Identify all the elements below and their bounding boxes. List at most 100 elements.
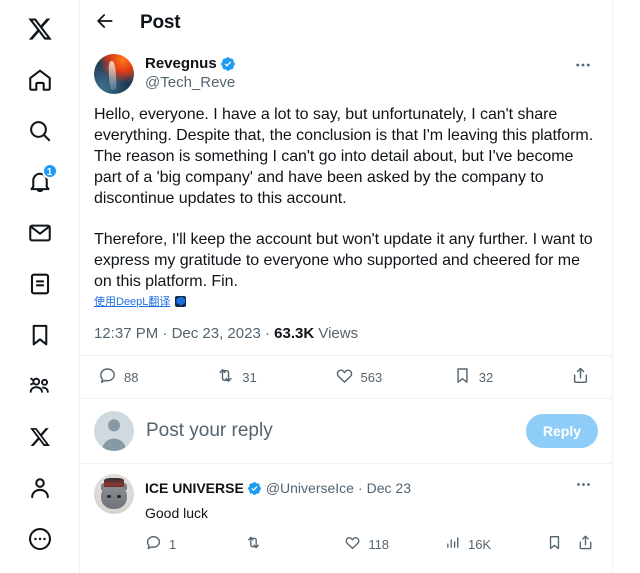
views-action[interactable]: 16K [444, 534, 544, 554]
bookmark-action[interactable]: 32 [453, 366, 571, 388]
sidebar-item-messages[interactable] [17, 210, 63, 256]
meta-sep-2: · [260, 325, 275, 342]
reply-meta-separator: · [357, 480, 363, 496]
author-handle[interactable]: @Tech_Reve [145, 73, 568, 93]
sidebar-item-grok[interactable] [17, 261, 63, 307]
reply-text: Good luck [145, 505, 209, 521]
premium-icon [29, 426, 51, 448]
page-title: Post [140, 12, 181, 33]
repost-action[interactable]: 31 [216, 366, 334, 388]
post-views-count: 63.3K [274, 325, 315, 342]
share-icon [571, 366, 590, 388]
post-author-row: Revegnus @Tech_Reve [94, 48, 598, 94]
analytics-icon [444, 534, 461, 554]
reply-action[interactable]: 1 [145, 534, 245, 554]
reply-action-bar: 1 118 16K [145, 525, 598, 563]
repost-count: 31 [242, 369, 257, 385]
like-action[interactable]: 563 [335, 366, 453, 388]
communities-icon [27, 373, 53, 399]
post-paragraph-1: Hello, everyone. I have a lot to say, bu… [94, 106, 594, 207]
arrow-left-icon [95, 11, 115, 36]
reply-author-row: ICE UNIVERSE @UniverseIce · Dec 23 [145, 474, 598, 502]
sidebar-item-home[interactable] [17, 57, 63, 103]
deepl-logo-icon [175, 295, 187, 307]
messages-icon [27, 220, 53, 246]
like-action[interactable]: 118 [344, 534, 444, 554]
reply-submit-button[interactable]: Reply [525, 414, 598, 448]
profile-icon [27, 475, 53, 501]
post-action-bar: 88 31 563 32 [80, 356, 612, 398]
reply-body: ICE UNIVERSE @UniverseIce · Dec 23 Good … [145, 474, 598, 563]
sidebar-item-explore[interactable] [17, 108, 63, 154]
reply-date[interactable]: Dec 23 [367, 478, 411, 498]
reply-composer: Reply [80, 399, 612, 463]
sidebar-item-notifications[interactable]: 1 [17, 159, 63, 205]
author-name-row: Revegnus [145, 54, 568, 73]
verified-badge-icon [220, 56, 236, 72]
translate-link[interactable]: 使用DeepL翻译 [94, 293, 187, 309]
heart-icon [344, 534, 361, 554]
post-time: 12:37 PM [94, 325, 159, 342]
topbar: Post [80, 0, 612, 46]
repost-action[interactable] [245, 534, 345, 554]
reply-icon [145, 534, 162, 554]
grok-icon [27, 271, 53, 297]
right-gutter [613, 0, 640, 573]
share-icon [577, 534, 594, 554]
share-action[interactable] [571, 366, 594, 388]
ellipsis-icon [575, 476, 592, 498]
sidebar-item-x-logo[interactable] [17, 6, 63, 52]
sidebar-item-communities[interactable] [17, 363, 63, 409]
current-user-avatar[interactable] [94, 411, 134, 451]
post-detail-column: Post Revegnus @Tech_Reve Hello, everyone… [80, 0, 613, 573]
bookmark-count: 32 [478, 369, 494, 385]
bookmark-action[interactable] [546, 534, 563, 554]
reply-post: ICE UNIVERSE @UniverseIce · Dec 23 Good … [80, 464, 612, 563]
cat-hat [103, 478, 125, 487]
x-logo-icon [27, 16, 53, 42]
post-views-label: Views [318, 325, 359, 342]
reply-count: 1 [169, 536, 177, 552]
sidebar-item-profile[interactable] [17, 465, 63, 511]
heart-icon [335, 366, 354, 388]
sidebar-item-more[interactable] [17, 516, 63, 562]
sidebar-item-bookmarks[interactable] [17, 312, 63, 358]
reply-action[interactable]: 88 [98, 366, 216, 388]
post-metadata: 12:37 PM · Dec 23, 2023 · 63.3K Views [94, 325, 598, 355]
back-button[interactable] [88, 6, 122, 40]
post-more-button[interactable] [568, 52, 598, 82]
main-post: Revegnus @Tech_Reve Hello, everyone. I h… [80, 46, 612, 355]
primary-sidebar: 1 [0, 0, 80, 573]
share-action[interactable] [577, 534, 594, 554]
author-display-name[interactable]: Revegnus [145, 54, 217, 73]
reply-input[interactable] [146, 420, 514, 442]
like-count: 563 [360, 369, 383, 385]
post-text: Hello, everyone. I have a lot to say, bu… [94, 104, 598, 292]
avatar[interactable] [94, 54, 134, 94]
reply-more-button[interactable] [568, 472, 598, 502]
author-names: Revegnus @Tech_Reve [145, 54, 568, 93]
repost-icon [245, 534, 262, 554]
sidebar-item-premium[interactable] [17, 414, 63, 460]
notifications-badge: 1 [41, 163, 58, 179]
like-count: 118 [368, 536, 390, 552]
bookmark-icon [453, 366, 472, 388]
views-count: 16K [467, 536, 492, 552]
repost-icon [216, 366, 235, 388]
bookmarks-icon [27, 322, 53, 348]
cat-head [101, 484, 127, 510]
x-post-page: 1 Post Revegnus @Tech_Reve Hello, everyo… [0, 0, 640, 573]
meta-sep-1: · [158, 325, 172, 342]
post-date: Dec 23, 2023 [171, 325, 261, 342]
search-icon [27, 118, 53, 144]
reply-tail-actions [546, 534, 598, 554]
verified-badge-icon [247, 481, 262, 496]
translate-link-label: 使用DeepL翻译 [94, 296, 171, 308]
reply-author-display-name[interactable]: ICE UNIVERSE [145, 480, 244, 496]
reply-icon [98, 366, 117, 388]
post-paragraph-2: Therefore, I'll keep the account but won… [94, 231, 593, 290]
avatar[interactable] [94, 474, 134, 514]
reply-count: 88 [124, 369, 139, 385]
ellipsis-icon [574, 56, 592, 79]
reply-author-handle[interactable]: @UniverseIce [266, 478, 354, 498]
